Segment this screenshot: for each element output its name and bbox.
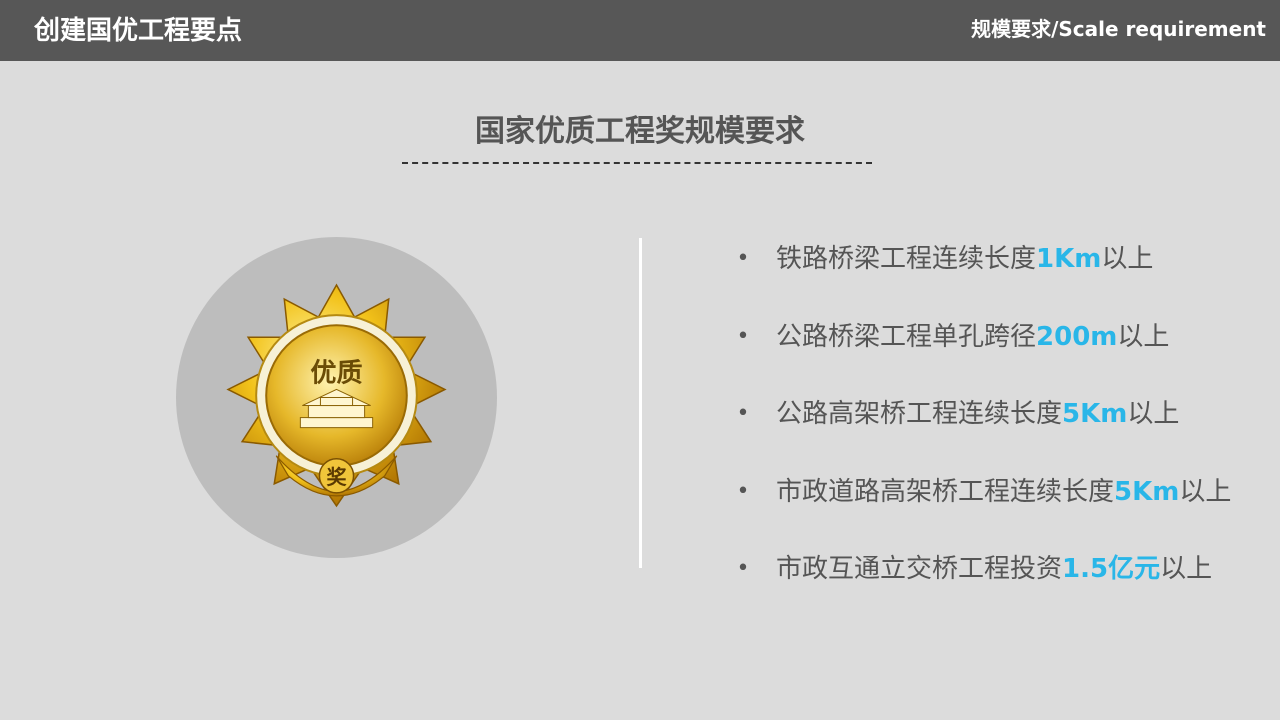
requirement-text: 公路高架桥工程连续长度: [776, 399, 1063, 429]
requirement-value: 1Km: [1036, 244, 1102, 274]
requirement-text: 公路桥梁工程单孔跨径: [776, 321, 1037, 352]
bullet-dot: •: [736, 478, 750, 504]
list-item: • 公路高架桥工程连续长度5Km以上: [736, 392, 1231, 470]
page-label: 规模要求/Scale requirement: [971, 17, 1266, 41]
requirement-value: 1.5亿元: [1062, 554, 1161, 584]
requirement-suffix: 以上: [1179, 476, 1232, 507]
list-item: • 铁路桥梁工程连续长度1Km以上: [736, 237, 1231, 315]
gold-medal-icon: 优质 奖: [226, 283, 447, 508]
requirement-text: 铁路桥梁工程连续长度: [776, 244, 1037, 274]
requirement-text: 市政互通立交桥工程投资: [776, 554, 1063, 584]
requirement-value: 200m: [1036, 321, 1118, 352]
bullet-dot: •: [736, 556, 750, 581]
requirement-value: 5Km: [1114, 476, 1180, 507]
requirement-text: 市政道路高架桥工程连续长度: [776, 476, 1115, 507]
list-item: • 市政道路高架桥工程连续长度5Km以上: [736, 470, 1232, 548]
requirement-suffix: 以上: [1160, 554, 1213, 584]
requirements-list: • 铁路桥梁工程连续长度1Km以上 • 公路桥梁工程单孔跨径200m以上 • 公路高架…: [736, 237, 1232, 625]
requirement-suffix: 以上: [1117, 321, 1170, 352]
bullet-dot: •: [736, 401, 750, 426]
requirement-suffix: 以上: [1101, 244, 1154, 274]
section-title: 创建国优工程要点: [34, 16, 243, 46]
requirement-value: 5Km: [1062, 399, 1128, 429]
bullet-dot: •: [736, 246, 750, 271]
bullet-dot: •: [736, 323, 750, 349]
list-item: • 公路桥梁工程单孔跨径200m以上: [736, 315, 1231, 393]
top-bar: 创建国优工程要点 规模要求/Scale requirement: [0, 0, 1280, 61]
medal-top-text: 优质: [310, 357, 362, 388]
vertical-divider: [639, 238, 642, 568]
requirement-suffix: 以上: [1127, 399, 1180, 429]
heading-dashed-underline: [402, 162, 872, 164]
page-heading: 国家优质工程奖规模要求: [475, 114, 805, 149]
list-item: • 市政互通立交桥工程投资1.5亿元以上: [736, 547, 1231, 625]
medal-bottom-text: 奖: [326, 465, 347, 489]
